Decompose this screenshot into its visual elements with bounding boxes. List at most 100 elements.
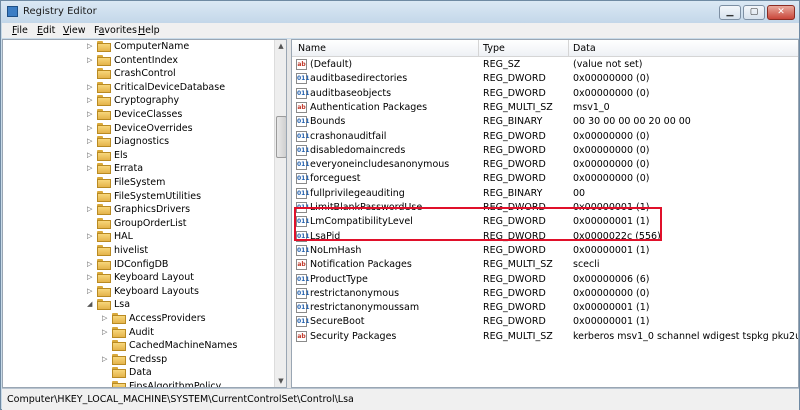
value-data: 0x00000001 (1) <box>573 302 650 314</box>
title-bar[interactable]: Registry Editor ▁ ▢ ✕ <box>1 1 799 23</box>
value-name: everyoneincludesanonymous <box>310 159 450 171</box>
folder-icon <box>112 353 126 365</box>
value-name: auditbaseobjects <box>310 87 392 99</box>
menu-item[interactable]: Favorites <box>94 25 137 36</box>
value-name: auditbasedirectories <box>310 73 408 85</box>
folder-icon <box>97 258 111 270</box>
value-name: Security Packages <box>310 330 397 342</box>
value-type: REG_DWORD <box>483 130 546 142</box>
value-type: REG_DWORD <box>483 144 546 156</box>
tree-expander-icon[interactable]: ▷ <box>102 314 110 322</box>
maximize-button[interactable]: ▢ <box>743 5 765 20</box>
value-type: REG_DWORD <box>483 287 546 299</box>
tree-expander-icon[interactable]: ▷ <box>87 83 95 91</box>
value-data: 0x00000000 (0) <box>573 159 650 171</box>
menu-item[interactable]: View <box>63 25 86 36</box>
value-row[interactable]: 011 forceguest REG_DWORD 0x00000000 (0) <box>292 172 798 186</box>
tree-item-label: CachedMachineNames <box>129 340 238 352</box>
value-row[interactable]: 011 fullprivilegeauditing REG_BINARY 00 <box>292 187 798 201</box>
binary-value-icon: 011 <box>296 87 310 99</box>
folder-icon <box>112 340 126 352</box>
value-name: forceguest <box>310 173 361 185</box>
value-row[interactable]: ab Security Packages REG_MULTI_SZ kerberos … <box>292 330 798 344</box>
value-name: ProductType <box>310 273 368 285</box>
value-row[interactable]: ab (Default) REG_SZ (value not set) <box>292 58 798 72</box>
value-row[interactable]: 011 restrictanonymoussam REG_DWORD 0x000000… <box>292 301 798 315</box>
scroll-up-arrow-icon[interactable]: ▲ <box>275 40 286 52</box>
menu-item[interactable]: Edit <box>37 25 55 36</box>
binary-value-icon: 011 <box>296 159 310 171</box>
column-header-type[interactable]: Type <box>483 43 505 54</box>
value-data: 0x00000000 (0) <box>573 173 650 185</box>
string-value-icon: ab <box>296 59 307 70</box>
tree-vertical-scrollbar[interactable]: ▲ ▼ <box>274 40 286 387</box>
value-row[interactable]: ab Authentication Packages REG_MULTI_SZ msv… <box>292 101 798 115</box>
value-row[interactable]: 011 ProductType REG_DWORD 0x00000006 (6) <box>292 273 798 287</box>
registry-values-pane[interactable]: Name Type Data ab (Default) REG_SZ (value n… <box>291 39 799 388</box>
value-type: REG_DWORD <box>483 73 546 85</box>
menu-item[interactable]: File <box>12 25 28 36</box>
tree-item-label: Credssp <box>129 353 168 365</box>
column-divider[interactable] <box>568 40 569 56</box>
value-row[interactable]: 011 Bounds REG_BINARY 00 30 00 00 00 20 00 … <box>292 115 798 129</box>
string-value-icon: ab <box>296 259 307 271</box>
tree-expander-icon[interactable]: ▷ <box>87 42 95 50</box>
tree-item-label: HAL <box>114 231 133 243</box>
value-row[interactable]: 011 auditbaseobjects REG_DWORD 0x00000000 (… <box>292 87 798 101</box>
tree-expander-icon[interactable]: ▷ <box>87 151 95 159</box>
menu-item-text: elp <box>145 25 160 36</box>
value-type: REG_DWORD <box>483 273 546 285</box>
binary-value-icon: 011 <box>296 73 310 85</box>
column-header-name[interactable]: Name <box>298 43 326 54</box>
value-row[interactable]: 011 restrictanonymous REG_DWORD 0x00000000 … <box>292 287 798 301</box>
tree-expander-icon[interactable]: ▷ <box>87 110 95 118</box>
value-row[interactable]: 011 SecureBoot REG_DWORD 0x00000001 (1) <box>292 315 798 329</box>
tree-item-label: FileSystemUtilities <box>114 190 202 202</box>
value-data: 0x00000000 (0) <box>573 73 650 85</box>
menu-item[interactable]: Help <box>138 25 160 36</box>
tree-expander-icon[interactable]: ▷ <box>87 260 95 268</box>
scrollbar-thumb[interactable] <box>276 116 286 158</box>
value-row[interactable]: 011 everyoneincludesanonymous REG_DWORD 0x0… <box>292 158 798 172</box>
tree-expander-icon[interactable]: ▷ <box>102 355 110 363</box>
tree-expander-icon[interactable]: ▷ <box>87 205 95 213</box>
tree-expander-icon[interactable]: ▷ <box>87 287 95 295</box>
tree-item-label: ComputerName <box>114 41 190 52</box>
value-type: REG_BINARY <box>483 187 543 199</box>
folder-icon <box>112 367 126 379</box>
binary-value-icon: 011 <box>296 187 310 199</box>
value-name: Notification Packages <box>310 259 412 271</box>
value-data: scecli <box>573 259 600 271</box>
value-row[interactable]: 011 crashonauditfail REG_DWORD 0x00000000 (… <box>292 130 798 144</box>
folder-icon <box>97 122 111 134</box>
tree-expander-icon[interactable]: ◢ <box>87 300 95 308</box>
value-type: REG_BINARY <box>483 116 543 128</box>
value-row[interactable]: 011 auditbasedirectories REG_DWORD 0x000000… <box>292 72 798 86</box>
folder-icon <box>97 272 111 284</box>
value-row[interactable]: ab Notification Packages REG_MULTI_SZ scecl… <box>292 258 798 272</box>
tree-expander-icon[interactable]: ▷ <box>87 273 95 281</box>
value-type: REG_MULTI_SZ <box>483 259 553 271</box>
value-data: 0x00000006 (6) <box>573 273 650 285</box>
binary-value-icon: 011 <box>296 130 310 142</box>
value-data: 0x00000001 (1) <box>573 244 650 256</box>
tree-expander-icon[interactable]: ▷ <box>102 328 110 336</box>
close-button[interactable]: ✕ <box>767 5 795 20</box>
registry-editor-window: Registry Editor ▁ ▢ ✕ File Edit View Favori… <box>0 0 800 410</box>
minimize-button[interactable]: ▁ <box>719 5 741 20</box>
tree-expander-icon[interactable]: ▷ <box>87 124 95 132</box>
column-divider[interactable] <box>478 40 479 56</box>
value-name: disabledomaincreds <box>310 144 406 156</box>
tree-expander-icon[interactable]: ▷ <box>87 164 95 172</box>
tree-expander-icon[interactable]: ▷ <box>87 137 95 145</box>
registry-tree-pane[interactable]: ▲ ▼ ▷ ComputerName ▷ ContentIndex CrashContr… <box>2 39 287 388</box>
value-row[interactable]: 011 disabledomaincreds REG_DWORD 0x00000000… <box>292 144 798 158</box>
tree-expander-icon[interactable]: ▷ <box>87 232 95 240</box>
tree-expander-icon[interactable]: ▷ <box>87 96 95 104</box>
scroll-down-arrow-icon[interactable]: ▼ <box>275 375 286 387</box>
value-data: kerberos msv1_0 schannel wdigest tspkg p… <box>573 330 799 342</box>
tree-expander-icon[interactable]: ▷ <box>87 56 95 64</box>
column-header-data[interactable]: Data <box>573 43 596 54</box>
value-row[interactable]: 011 NoLmHash REG_DWORD 0x00000001 (1) <box>292 244 798 258</box>
value-data: (value not set) <box>573 59 643 70</box>
